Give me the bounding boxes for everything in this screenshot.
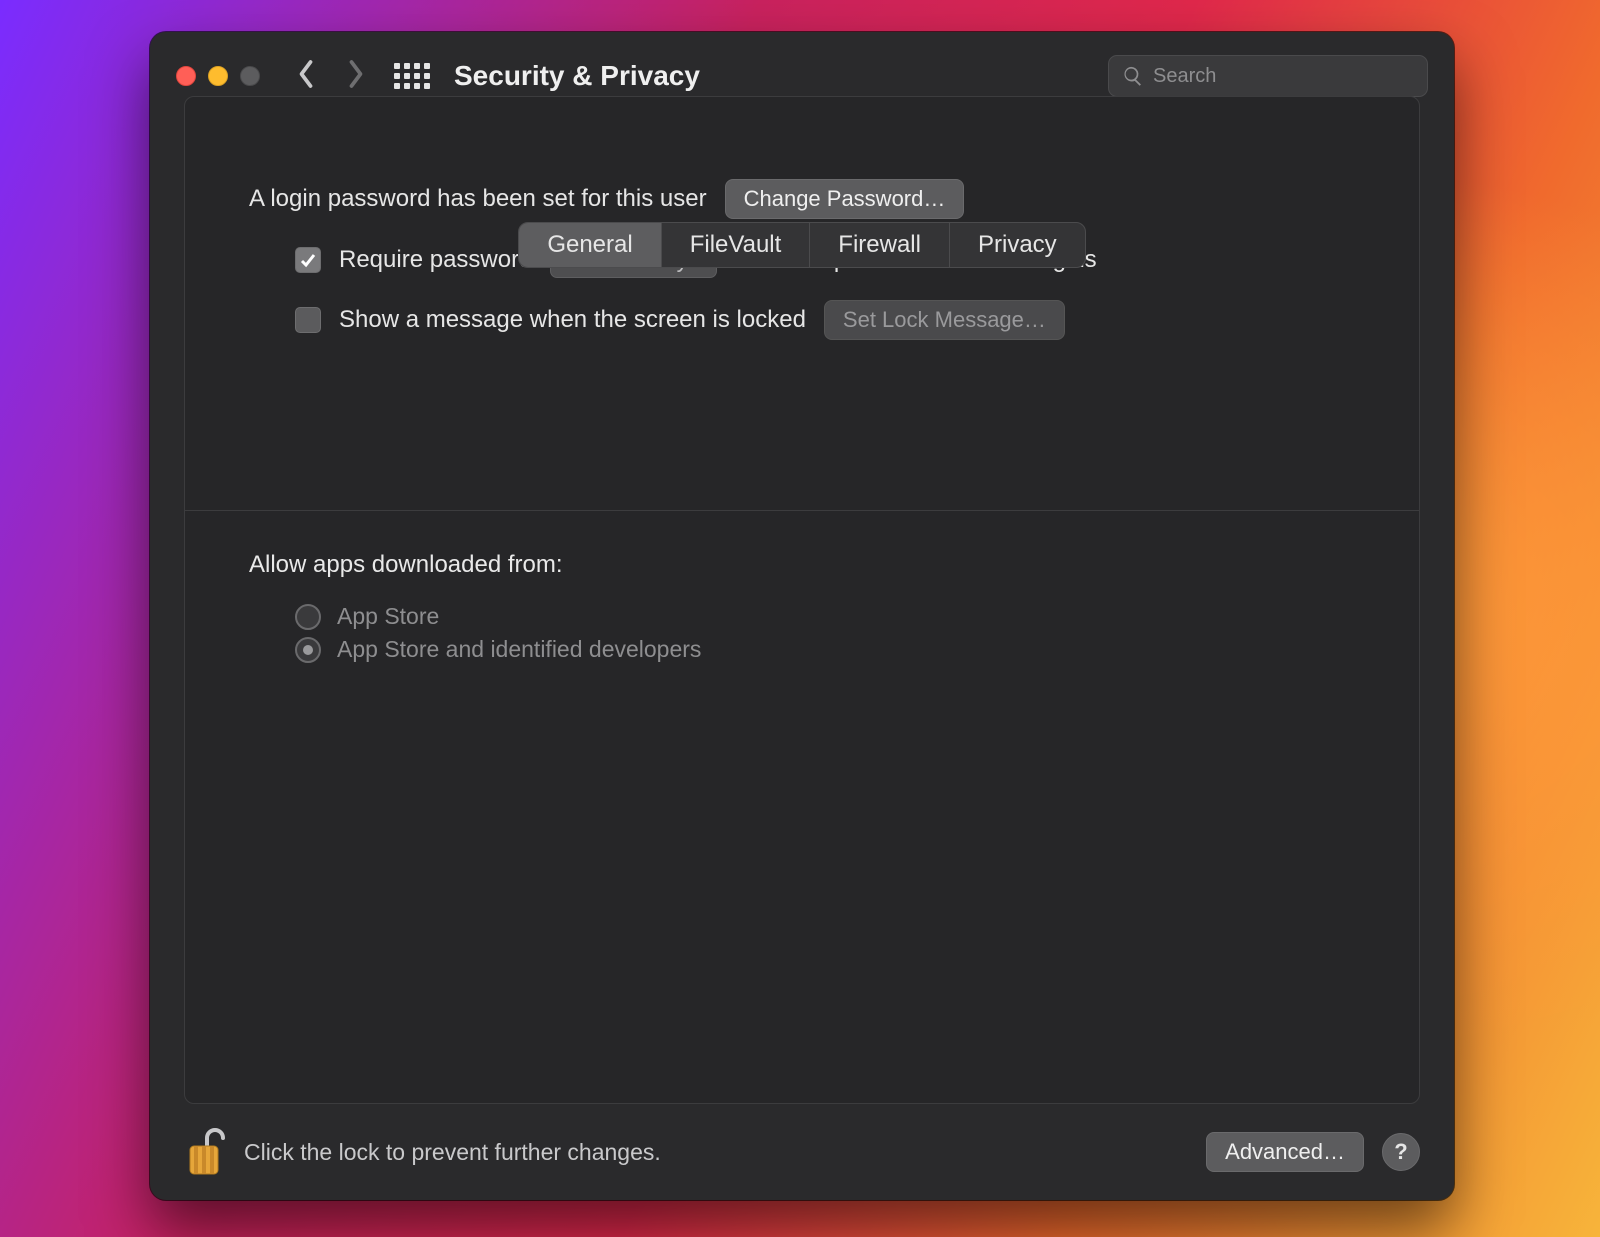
allow-app-store-row: App Store (295, 603, 1355, 630)
tab-filevault[interactable]: FileVault (662, 223, 811, 267)
change-password-button[interactable]: Change Password… (725, 179, 965, 219)
search-field-wrap (1108, 55, 1428, 97)
tab-firewall[interactable]: Firewall (810, 223, 950, 267)
tab-privacy[interactable]: Privacy (950, 223, 1085, 267)
back-button[interactable] (296, 59, 316, 94)
search-icon (1122, 65, 1144, 87)
window-body: A login password has been set for this u… (150, 120, 1454, 1104)
window-footer: Click the lock to prevent further change… (150, 1104, 1454, 1200)
lock-toggle[interactable] (184, 1126, 226, 1178)
set-lock-message-button[interactable]: Set Lock Message… (824, 300, 1065, 340)
tab-general[interactable]: General (519, 223, 661, 267)
login-password-row: A login password has been set for this u… (249, 179, 1355, 219)
allow-app-store-label: App Store (337, 603, 439, 630)
search-input[interactable] (1108, 55, 1428, 97)
minimize-window-button[interactable] (208, 66, 228, 86)
window-controls (176, 66, 260, 86)
login-password-label: A login password has been set for this u… (249, 185, 707, 213)
forward-button (346, 59, 366, 94)
tab-bar: General FileVault Firewall Privacy (150, 222, 1454, 268)
zoom-window-button (240, 66, 260, 86)
allow-identified-radio[interactable] (295, 637, 321, 663)
allow-apps-title: Allow apps downloaded from: (249, 551, 1355, 579)
lock-label: Click the lock to prevent further change… (244, 1139, 661, 1166)
system-preferences-window: Security & Privacy A login password has … (150, 32, 1454, 1200)
show-lock-message-row: Show a message when the screen is locked… (249, 300, 1355, 340)
show-lock-message-label: Show a message when the screen is locked (339, 306, 806, 334)
allow-identified-label: App Store and identified developers (337, 636, 701, 663)
allow-identified-row: App Store and identified developers (295, 636, 1355, 663)
advanced-button[interactable]: Advanced… (1206, 1132, 1364, 1172)
nav-buttons (296, 59, 366, 94)
close-window-button[interactable] (176, 66, 196, 86)
unlock-icon (184, 1126, 226, 1178)
help-button[interactable]: ? (1382, 1133, 1420, 1171)
section-divider (185, 510, 1419, 511)
show-all-prefs-icon[interactable] (394, 63, 430, 89)
show-lock-message-checkbox[interactable] (295, 307, 321, 333)
window-title: Security & Privacy (454, 60, 700, 92)
allow-app-store-radio[interactable] (295, 604, 321, 630)
desktop-wallpaper: Security & Privacy A login password has … (0, 0, 1600, 1237)
